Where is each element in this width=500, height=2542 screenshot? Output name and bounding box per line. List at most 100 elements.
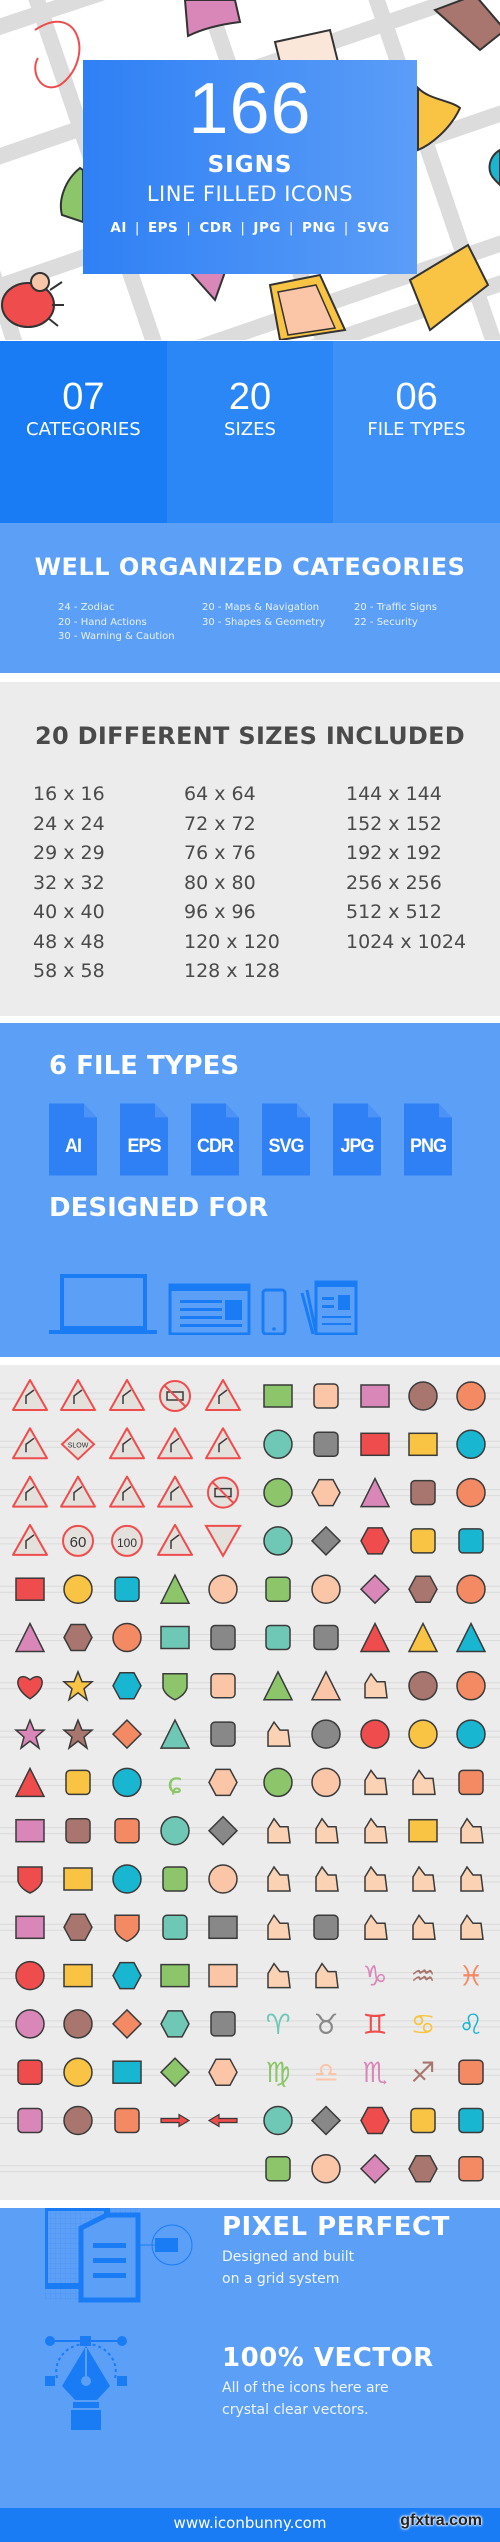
- file-icon-eps: EPS: [120, 1103, 168, 1176]
- heart-icon: [17, 1675, 43, 1700]
- target-icon: [112, 1622, 142, 1653]
- cross-icon: [111, 1719, 143, 1750]
- rectangle-icon: [15, 1577, 45, 1601]
- file-types-section: 6 FILE TYPES AI EPS CDR SVG JPG PNG DESI…: [0, 1023, 500, 1357]
- hand-hammer-icon: [267, 1962, 291, 1989]
- capricorn-icon: ♑: [362, 1960, 387, 1993]
- traffic-light-sign-icon: [60, 1475, 96, 1508]
- arrow-left-icon: [160, 2113, 191, 2128]
- speed-limit-100-sign-icon: 100: [111, 1524, 143, 1557]
- size-item: 72 x 72: [184, 812, 256, 835]
- speech-bubble-icon: [210, 1673, 236, 1699]
- separator: |: [343, 220, 349, 236]
- hero-banner: 166 SIGNS LINE FILLED ICONS AI | EPS | CDR…: [0, 0, 500, 340]
- format-jpg: JPG: [253, 220, 281, 236]
- svg-text:♌: ♌: [458, 2008, 483, 2041]
- sizes-title: 20 DIFFERENT SIZES INCLUDED: [34, 722, 466, 750]
- fork-road-sign-icon: [205, 1379, 241, 1411]
- size-item: 76 x 76: [184, 842, 256, 864]
- gas-mask-icon: [265, 1624, 291, 1651]
- file-type-label: EPS: [127, 1134, 161, 1157]
- earth-pin-icon: [311, 1478, 341, 1507]
- categories-section: WELL ORGANIZED CATEGORIES 24 - Zodiac 20…: [0, 523, 500, 673]
- no-trucks-sign-icon: [159, 1380, 191, 1412]
- ram-head-icon: [360, 2106, 390, 2135]
- circle-icon: [63, 1574, 93, 1604]
- pink-flag-icon: [187, 271, 227, 302]
- skull-icon: [311, 1574, 341, 1604]
- warning-triangle-icon: [359, 1476, 391, 1508]
- mushroom-cloud-icon: [458, 1528, 484, 1554]
- animal-crossing-sign-icon: [157, 1475, 193, 1508]
- feature-desc-pixel-perfect: Designed and built on a grid system: [222, 2246, 354, 2290]
- svg-text:♎: ♎: [313, 2056, 338, 2089]
- aries-icon: ♈: [265, 2008, 290, 2041]
- magnet-icon: [310, 1525, 342, 1556]
- pack-subtitle: LINE FILLED ICONS: [146, 182, 354, 206]
- no-guns-icon: [408, 1719, 438, 1749]
- feature-line: on a grid system: [222, 2271, 340, 2287]
- arrow-right-icon: [207, 2113, 238, 2128]
- category-item: 22 - Security: [354, 616, 418, 628]
- safe-icon: [208, 1915, 238, 1940]
- pack-title: SIGNS: [207, 152, 293, 178]
- separator: |: [186, 220, 192, 236]
- feature-line: Designed and built: [222, 2249, 355, 2265]
- svg-text:♈: ♈: [265, 2008, 290, 2041]
- icon-count: 166: [188, 69, 312, 149]
- tablet-touch-icon: [458, 1769, 484, 1796]
- cancer-icon: ♋: [410, 2008, 435, 2041]
- starburst-icon: [62, 1718, 94, 1751]
- svg-text:♉: ♉: [313, 2008, 338, 2041]
- svg-text:♋: ♋: [410, 2008, 435, 2041]
- pie-sphere-icon: [112, 1767, 142, 1798]
- file-icon-png: PNG: [404, 1103, 452, 1176]
- svg-text:SLOW: SLOW: [68, 1442, 89, 1449]
- designed-for-title: DESIGNED FOR: [49, 1193, 269, 1223]
- hand-gift-icon: [315, 1962, 339, 1989]
- category-item: 24 - Zodiac: [58, 602, 115, 613]
- no-hand-icon: [267, 1720, 291, 1747]
- size-item: 48 x 48: [33, 930, 105, 953]
- stats-bar: 07 CATEGORIES 20 SIZES 06 FILE TYPES: [0, 341, 500, 523]
- alarm-bell-icon: [410, 1528, 436, 1554]
- club-icon: [208, 1574, 238, 1604]
- categories-title: WELL ORGANIZED CATEGORIES: [34, 553, 466, 581]
- triangle-icon: [159, 1573, 191, 1604]
- sagittarius-icon: ♐: [410, 2056, 435, 2089]
- gps-pin-icon: [114, 2107, 140, 2134]
- hand-saw-icon: [460, 1913, 484, 1941]
- pyramid-icon: [159, 1718, 191, 1749]
- knife-fork-icon: [313, 1914, 339, 1941]
- size-item: 29 x 29: [33, 842, 105, 864]
- smartphone-icon: [261, 1288, 287, 1335]
- size-item: 1024 x 1024: [346, 930, 467, 953]
- password-field-icon: [63, 2009, 93, 2039]
- category-item: 30 - Shapes & Geometry: [202, 616, 326, 628]
- diamond-icon: [112, 1672, 142, 1700]
- location-pin-icon: [408, 1381, 438, 1411]
- sizes-section: 20 DIFFERENT SIZES INCLUDED 16 x 16 24 x…: [0, 682, 500, 1016]
- flag-icon: [208, 2058, 238, 2086]
- pen-tool-icon: [45, 2336, 127, 2430]
- train-crossing-sign-icon: [109, 1475, 145, 1508]
- size-item: 128 x 128: [184, 960, 280, 982]
- locked-padlock-icon: [112, 1864, 142, 1894]
- bulletproof-vest-icon: [112, 1961, 142, 1990]
- file-icon-jpg: JPG: [333, 1103, 381, 1176]
- right-triangle-icon: [14, 1766, 46, 1798]
- file-types-title: 6 FILE TYPES: [49, 1051, 240, 1081]
- category-item: 20 - Traffic Signs: [354, 602, 437, 613]
- hands-book-icon: [460, 1817, 484, 1844]
- star-icon: [14, 1718, 46, 1751]
- compass-rose-icon: [456, 1381, 486, 1411]
- pisces-icon: ♓: [458, 1960, 483, 1993]
- hand-phone-icon: [412, 1769, 436, 1796]
- treasure-map-icon: [360, 1432, 390, 1457]
- feature-line: crystal clear vectors.: [222, 2402, 369, 2418]
- svg-text:♍: ♍: [265, 2056, 290, 2089]
- unlocked-padlock-icon: [208, 1864, 238, 1894]
- sizes-column: 144 x 144 152 x 152 192 x 192 256 x 256 …: [346, 780, 466, 957]
- password-monitor-icon: [160, 1963, 190, 1988]
- hands-frame-icon: [267, 1865, 291, 1892]
